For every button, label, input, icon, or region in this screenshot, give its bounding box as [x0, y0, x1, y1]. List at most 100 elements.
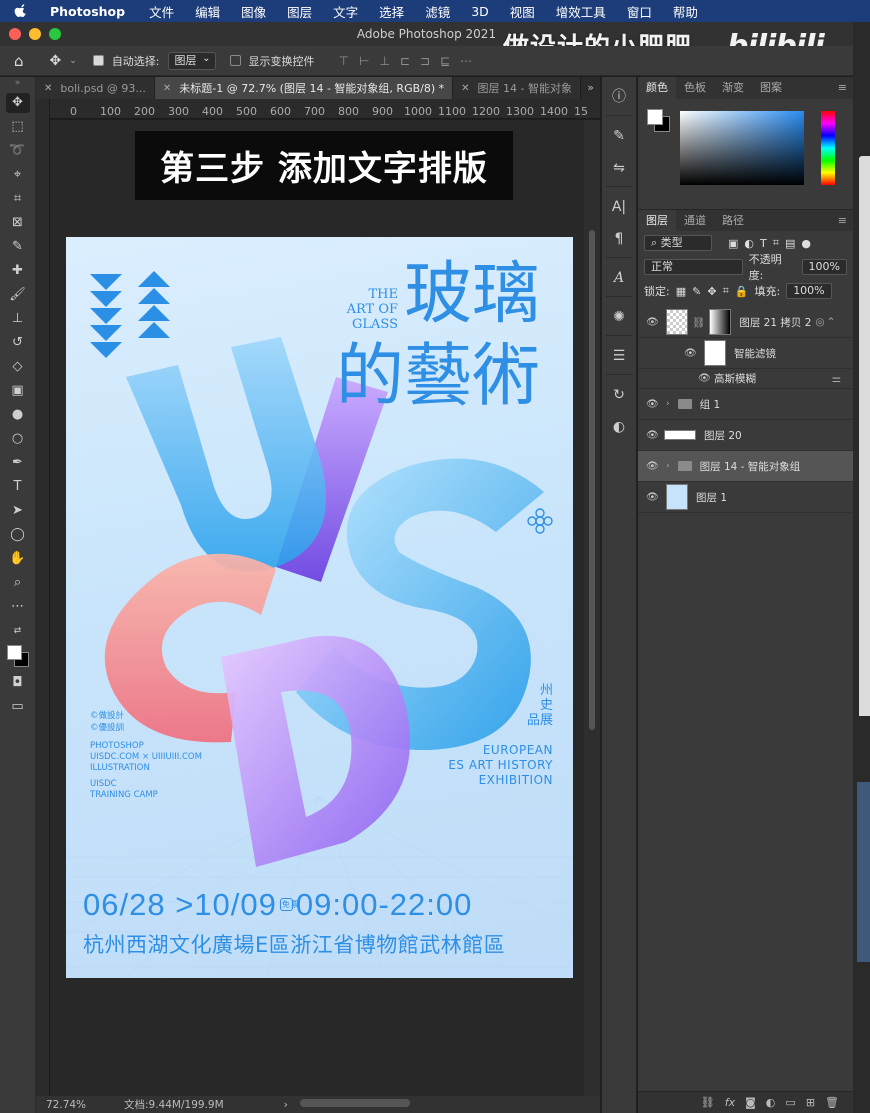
paragraph-icon[interactable]: ¶	[606, 227, 632, 251]
tab-untitled[interactable]: ✕ 未标题-1 @ 72.7% (图层 14 - 智能对象组, RGB/8) *	[154, 77, 454, 99]
visibility-eye-icon[interactable]: 👁	[684, 348, 698, 359]
history-brush-tool-icon[interactable]: ↺	[6, 333, 30, 353]
align-top-icon[interactable]: ⊤	[339, 54, 349, 68]
lock-artboard-icon[interactable]: ⌗	[723, 284, 729, 298]
menu-help[interactable]: 帮助	[673, 2, 698, 21]
eraser-tool-icon[interactable]: ◇	[6, 357, 30, 377]
visibility-eye-icon[interactable]: 👁	[646, 317, 660, 328]
pen-tool-icon[interactable]: ✒	[6, 453, 30, 473]
tabs-overflow-icon[interactable]: »	[581, 77, 600, 99]
panel-grip-icon[interactable]: »	[0, 77, 35, 89]
color-picker-field[interactable]	[680, 111, 804, 185]
apple-icon[interactable]	[14, 4, 28, 18]
layer-row[interactable]: 👁 图层 20	[638, 420, 853, 451]
tab-patterns[interactable]: 图案	[752, 77, 790, 99]
panel-menu-icon[interactable]: ≡	[838, 81, 847, 94]
menu-select[interactable]: 选择	[379, 2, 404, 21]
filter-options-icon[interactable]: ⚌	[832, 373, 841, 385]
hue-slider[interactable]	[821, 111, 835, 185]
history-icon[interactable]: ↻	[606, 383, 632, 407]
link-layers-icon[interactable]: ⛓	[701, 1096, 715, 1109]
styles-icon[interactable]: ◐	[606, 415, 632, 439]
add-mask-icon[interactable]: ◙	[745, 1096, 756, 1109]
screen-mode-icon[interactable]: ▭	[6, 697, 30, 717]
visibility-eye-icon[interactable]: 👁	[646, 430, 660, 441]
visibility-eye-icon[interactable]: 👁	[698, 373, 712, 384]
panel-menu-icon[interactable]: ≡	[838, 214, 847, 227]
more-tools-icon[interactable]: ⋯	[6, 597, 30, 617]
path-select-tool-icon[interactable]: ➤	[6, 501, 30, 521]
dodge-tool-icon[interactable]: ○	[6, 429, 30, 449]
fill-input[interactable]: 100%	[786, 283, 832, 299]
layer-row[interactable]: 👁 图层 1	[638, 482, 853, 513]
layer-row[interactable]: 👁 › 组 1	[638, 389, 853, 420]
layer-row[interactable]: 👁 ⛓ 图层 21 拷贝 2 ◎ ⌃	[638, 307, 853, 338]
smart-filter-icon[interactable]: ◎	[815, 316, 824, 328]
tab-channels[interactable]: 通道	[676, 210, 714, 232]
brushes-icon[interactable]: ✺	[606, 305, 632, 329]
shape-tool-icon[interactable]: ◯	[6, 525, 30, 545]
tab-swatches[interactable]: 色板	[676, 77, 714, 99]
lock-move-icon[interactable]: ✥	[707, 285, 716, 298]
foreground-color-swatch[interactable]	[647, 109, 663, 125]
horizontal-scrollbar[interactable]	[300, 1099, 410, 1107]
auto-select-dropdown[interactable]: 图层	[167, 51, 216, 70]
type-tool-icon[interactable]: T	[6, 477, 30, 497]
menu-file[interactable]: 文件	[149, 2, 174, 21]
move-tool-icon[interactable]: ✥	[5, 93, 30, 113]
menu-edit[interactable]: 编辑	[195, 2, 220, 21]
foreground-background-swatch[interactable]	[5, 643, 31, 669]
tab-boli[interactable]: ✕ boli.psd @ 93...	[36, 77, 155, 99]
zoom-level[interactable]: 72.74%	[36, 1099, 88, 1111]
close-window-button[interactable]	[9, 28, 21, 40]
vertical-scrollbar[interactable]	[584, 120, 600, 1096]
blur-tool-icon[interactable]: ●	[6, 405, 30, 425]
auto-select-checkbox[interactable]	[92, 55, 104, 66]
lock-pixels-icon[interactable]: ▦	[676, 285, 686, 298]
menu-layer[interactable]: 图层	[287, 2, 312, 21]
menu-3d[interactable]: 3D	[471, 4, 489, 19]
home-icon[interactable]: ⌂	[14, 52, 24, 70]
align-center-icon[interactable]: ⊐	[420, 54, 430, 68]
glyphs-icon[interactable]: A	[606, 266, 632, 290]
show-transform-checkbox[interactable]	[229, 55, 241, 66]
quick-select-tool-icon[interactable]: ⌖	[6, 165, 30, 185]
minimize-window-button[interactable]	[29, 28, 41, 40]
adjustments-icon[interactable]: ☰	[606, 344, 632, 368]
swap-colors-icon[interactable]: ⇄	[6, 621, 30, 641]
character-icon[interactable]: A|	[606, 195, 632, 219]
eyedropper-tool-icon[interactable]: ✎	[6, 237, 30, 257]
layer-row[interactable]: 👁 智能滤镜	[638, 338, 853, 369]
filter-smart-icon[interactable]: ▤	[785, 237, 795, 250]
layer-filter-dropdown[interactable]: ⌕ 类型	[644, 235, 712, 251]
opacity-input[interactable]: 100%	[801, 259, 847, 275]
new-group-icon[interactable]: ▭	[785, 1096, 795, 1109]
layer-style-icon[interactable]: fx	[725, 1096, 735, 1109]
menu-plugins[interactable]: 增效工具	[556, 2, 606, 21]
collapse-icon[interactable]: ⌃	[827, 316, 836, 328]
close-tab-icon[interactable]: ✕	[163, 83, 171, 94]
lasso-tool-icon[interactable]: ➰	[6, 141, 30, 161]
zoom-tool-icon[interactable]: ⌕	[6, 573, 30, 593]
align-left-icon[interactable]: ⊏	[400, 54, 410, 68]
delete-layer-icon[interactable]: 🗑	[825, 1096, 839, 1109]
menu-image[interactable]: 图像	[241, 2, 266, 21]
lock-paint-icon[interactable]: ✎	[692, 285, 701, 298]
frame-tool-icon[interactable]: ⊠	[6, 213, 30, 233]
close-tab-icon[interactable]: ✕	[44, 83, 52, 94]
expand-group-icon[interactable]: ›	[666, 399, 670, 409]
filter-shape-icon[interactable]: ⌗	[773, 236, 779, 250]
info-icon[interactable]: ⓘ	[606, 85, 632, 109]
expand-group-icon[interactable]: ›	[666, 461, 670, 471]
menu-view[interactable]: 视图	[510, 2, 535, 21]
marquee-tool-icon[interactable]: ⬚	[6, 117, 30, 137]
hand-tool-icon[interactable]: ✋	[6, 549, 30, 569]
filter-adjust-icon[interactable]: ◐	[744, 237, 754, 250]
layer-row-selected[interactable]: 👁 › 图层 14 - 智能对象组	[638, 451, 853, 482]
tool-presets-icon[interactable]: ⇋	[606, 156, 632, 180]
close-tab-icon[interactable]: ✕	[461, 83, 469, 94]
crop-tool-icon[interactable]: ⌗	[6, 189, 30, 209]
visibility-eye-icon[interactable]: 👁	[646, 399, 660, 410]
align-middle-icon[interactable]: ⊢	[359, 54, 369, 68]
gradient-tool-icon[interactable]: ▣	[6, 381, 30, 401]
